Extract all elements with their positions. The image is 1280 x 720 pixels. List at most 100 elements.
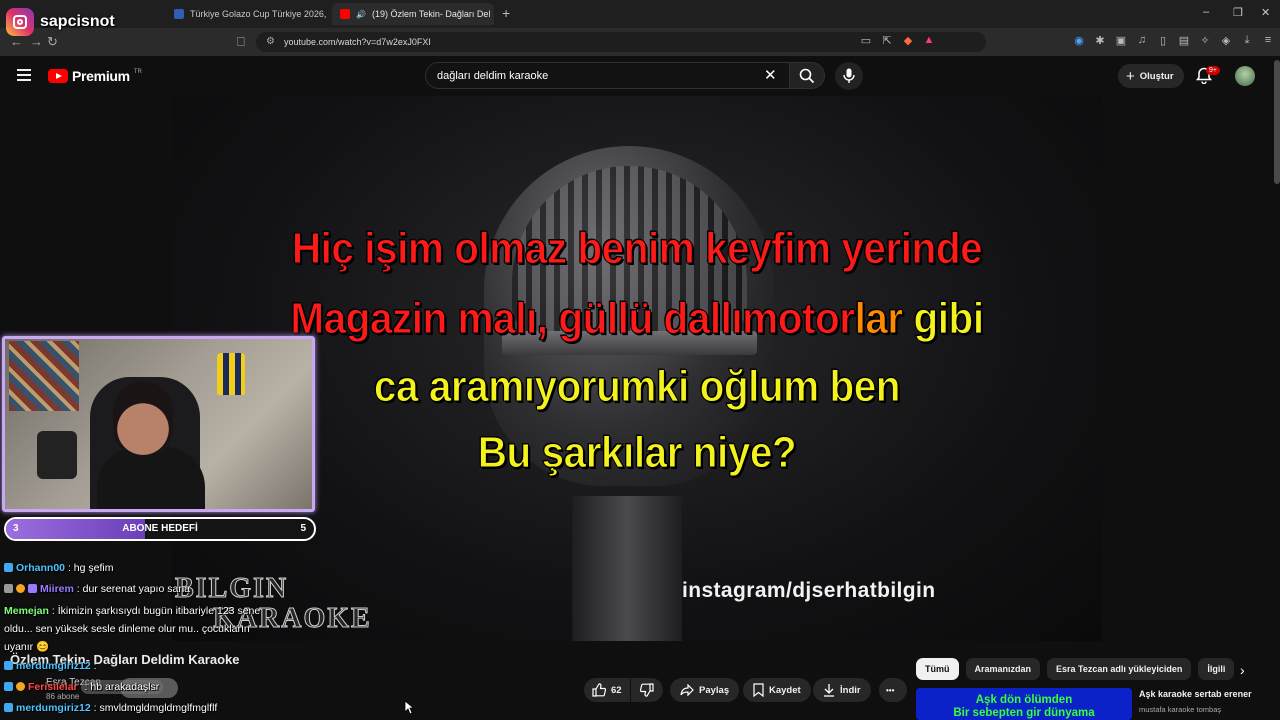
chat-message: merdumgiriz12 : [4, 660, 97, 672]
chat-message: Ferisilelar : hb arakadaşlsr [4, 680, 164, 694]
download-label: İndir [840, 684, 861, 696]
tab-favicon-icon [174, 9, 184, 19]
voice-search-button[interactable] [835, 62, 863, 90]
ai-icon[interactable]: ✧ [1199, 34, 1211, 47]
chat-message: Miirem : dur serenat yapıo sana [4, 583, 190, 595]
lyric-line-2: Magazin malı, güllü dallımotorlar gibi [209, 294, 1065, 344]
dislike-button[interactable] [631, 678, 663, 702]
recommendation-channel[interactable]: mustafa karaoke tombaş [1139, 705, 1221, 714]
chat-badge-icon [4, 584, 13, 593]
recommendation-thumbnail[interactable]: Aşk dön ölümden Bir sebepten gir dünyama [916, 688, 1132, 720]
maximize-button[interactable]: ❐ [1233, 6, 1243, 19]
chat-text: : dur serenat yapıo sana [76, 583, 191, 595]
create-label: Oluştur [1139, 70, 1174, 82]
share-arrow-icon [680, 684, 694, 696]
bookmark-save-icon [753, 683, 764, 697]
browser-address-bar: ← → ↻ ⎕ ⚙ youtube.com/watch?v=d7w2exJ0FX… [0, 28, 1280, 56]
thumbs-up-icon [592, 683, 606, 697]
close-window-button[interactable]: ✕ [1261, 6, 1270, 19]
chevron-right-icon[interactable]: › [1240, 662, 1245, 678]
wallet2-icon[interactable]: ▤ [1178, 34, 1190, 47]
screenshot-icon[interactable]: ▣ [1115, 34, 1127, 47]
download-icon[interactable]: ⤓ [1241, 34, 1253, 47]
forward-arrow-icon[interactable]: → [30, 34, 43, 49]
lyric-line-2-sung: Magazin malı, güllü dallımotor [290, 294, 856, 344]
chat-badge-icon [4, 563, 13, 572]
chat-text: oldu... sen yüksek sesle dinleme olur mu… [4, 623, 250, 635]
wallet-icon[interactable]: ◉ [1073, 34, 1085, 47]
minimize-button[interactable]: – [1203, 6, 1209, 18]
chat-message: Orhann00 : hg şefim [4, 562, 113, 574]
browser-tab-bar: Türkiye Golazo Cup Türkiye 2026, İdd 🔊 (… [0, 0, 1280, 28]
lyric-line-2-current: lar [854, 294, 904, 344]
speaker-icon: 🔊 [356, 9, 366, 19]
chat-username: merdumgiriz12 [16, 702, 91, 714]
bookmark-icon[interactable]: ⎕ [237, 34, 245, 50]
chat-badge-icon [4, 682, 13, 691]
cast-icon[interactable]: ▭ [860, 34, 872, 47]
youtube-header: Premium TR dağları deldim karaoke ✕ + Ol… [0, 56, 1280, 96]
thumbnail-line-2: Bir sebepten gir dünyama [953, 707, 1095, 719]
avatar[interactable] [1235, 66, 1255, 86]
chip-from-search[interactable]: Aramanızdan [965, 658, 1041, 680]
chip-all[interactable]: Tümü [916, 658, 959, 680]
site-info-icon[interactable]: ⚙ [266, 36, 275, 47]
jersey-decoration [217, 353, 245, 395]
rewards-icon[interactable]: ▲ [923, 34, 935, 47]
reload-icon[interactable]: ↻ [47, 34, 58, 50]
youtube-play-icon [48, 69, 68, 83]
watermark-line-1: BILGIN [175, 573, 289, 604]
extensions-icon[interactable]: ✱ [1094, 34, 1106, 47]
chat-username: merdumgiriz12 [16, 660, 91, 672]
save-button[interactable]: Kaydet [743, 678, 811, 702]
notification-badge: 9+ [1206, 66, 1220, 75]
streamer-face [113, 381, 173, 455]
youtube-brand-label: Premium [72, 68, 130, 84]
microphone-stand [572, 496, 682, 641]
streamer-microphone [37, 431, 77, 479]
chip-related[interactable]: İlgili [1198, 658, 1235, 680]
search-button[interactable] [789, 62, 825, 89]
subscriber-goal-bar: 3 ABONE HEDEFİ 5 [4, 517, 316, 541]
new-tab-button[interactable]: + [502, 5, 510, 21]
chip-from-uploader[interactable]: Esra Tezcan adlı yükleyiciden [1047, 658, 1192, 680]
like-count: 62 [611, 684, 622, 696]
vpn-icon[interactable]: ◈ [1220, 34, 1232, 47]
download-button[interactable]: İndir [813, 678, 871, 702]
share-icon[interactable]: ⇱ [881, 34, 893, 47]
recommendation-title[interactable]: Aşk karaoke sertab erener [1139, 689, 1252, 699]
clear-search-icon[interactable]: ✕ [764, 66, 777, 84]
hamburger-menu-icon[interactable] [17, 69, 31, 84]
tab-title: Türkiye Golazo Cup Türkiye 2026, İdd [190, 9, 326, 19]
chat-message-continued: oldu... sen yüksek sesle dinleme olur mu… [4, 623, 250, 635]
browser-tab-golazo[interactable]: Türkiye Golazo Cup Türkiye 2026, İdd [166, 3, 326, 25]
like-button[interactable]: 62 [584, 678, 630, 702]
country-code: TR [133, 69, 142, 75]
youtube-favicon-icon [340, 9, 350, 19]
chat-text: : smvldmgldmgldmglfmglflf [93, 702, 218, 714]
chat-username: Miirem [40, 583, 74, 595]
lyric-line-1: Hiç işim olmaz benim keyfim yerinde [291, 224, 983, 274]
create-button[interactable]: + Oluştur [1118, 64, 1184, 88]
media-icon[interactable]: ♫ [1136, 34, 1148, 47]
chat-badge-icon [28, 584, 37, 593]
chat-message-continued: uyanır 😊 [4, 640, 49, 653]
chat-message: Memejan : İkimizin şarkısıydı bugün itib… [4, 605, 260, 617]
back-arrow-icon[interactable]: ← [10, 34, 23, 49]
browser-tab-youtube[interactable]: 🔊 (19) Özlem Tekin- Dağları Del ✕ [332, 3, 494, 25]
search-input[interactable]: dağları deldim karaoke [425, 62, 790, 89]
url-text: youtube.com/watch?v=d7w2exJ0FXI [284, 37, 431, 47]
page-scrollbar[interactable] [1274, 60, 1280, 184]
brave-shield-icon[interactable]: ◆ [902, 34, 914, 47]
chat-badge-icon [16, 584, 25, 593]
youtube-logo[interactable]: Premium TR [48, 68, 142, 84]
share-button[interactable]: Paylaş [670, 678, 740, 702]
share-label: Paylaş [699, 684, 730, 696]
lyric-line-3: ca aramıyorumki oğlum ben [373, 362, 901, 412]
sidebar-icon[interactable]: ▯ [1157, 34, 1169, 47]
more-actions-button[interactable]: ••• [879, 678, 907, 702]
menu-icon[interactable]: ≡ [1262, 34, 1274, 47]
screen: Türkiye Golazo Cup Türkiye 2026, İdd 🔊 (… [0, 0, 1280, 720]
related-filter-chips: Tümü Aramanızdan Esra Tezcan adlı yükley… [916, 658, 1235, 680]
more-dots-icon: ••• [886, 685, 895, 695]
